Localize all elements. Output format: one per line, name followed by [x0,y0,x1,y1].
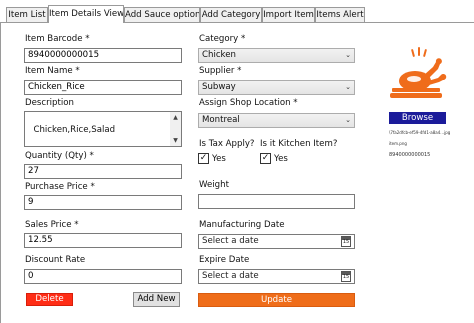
image-file-name: item.png [389,141,407,146]
tab-add-category[interactable]: Add Category [200,7,262,22]
quantity-input[interactable]: 27 [24,164,182,179]
tab-items-alert[interactable]: Items Alert [315,7,365,22]
tax-apply-checkbox[interactable]: ✓ [198,153,209,164]
image-barcode-text: 8940000000015 [389,152,431,158]
sales-price-input[interactable]: 12.55 [24,233,182,248]
scroll-down-icon[interactable]: ▼ [170,135,181,146]
delete-button[interactable]: Delete [26,293,73,306]
purchase-price-input[interactable]: 9 [24,195,182,210]
discount-rate-label: Discount Rate [25,255,86,265]
tax-apply-label: Is Tax Apply? [199,139,255,149]
scroll-up-icon[interactable]: ▲ [170,112,181,123]
shop-location-selected: Montreal [202,115,240,125]
chevron-down-icon: ⌄ [345,83,351,91]
tab-add-sauce-option[interactable]: Add Sauce option [124,7,200,22]
sales-price-label: Sales Price * [25,220,79,230]
item-name-input[interactable]: Chicken_Rice [24,80,182,95]
tab-bar: Item List Item Details View Add Sauce op… [0,0,474,24]
tab-import-item[interactable]: Import Item [262,7,315,22]
checkmark-icon: ✓ [199,153,208,163]
tab-item-list[interactable]: Item List [6,7,48,22]
calendar-icon[interactable]: 15 [341,236,351,247]
roast-chicken-icon [390,47,447,98]
description-text: Chicken,Rice,Salad [33,125,116,135]
manufacturing-date-placeholder: Select a date [202,236,259,246]
category-label: Category * [199,34,246,44]
kitchen-item-checkbox[interactable]: ✓ [260,153,271,164]
add-new-button[interactable]: Add New [133,292,180,307]
barcode-label: Item Barcode * [25,34,90,44]
discount-rate-input[interactable]: 0 [24,269,182,284]
supplier-label: Supplier * [199,66,242,76]
chevron-down-icon: ⌄ [345,51,351,59]
weight-input[interactable] [198,194,355,209]
category-select[interactable]: Chicken ⌄ [198,48,355,63]
purchase-price-label: Purchase Price * [25,182,95,192]
expire-date-label: Expire Date [199,255,250,265]
weight-label: Weight [199,180,229,190]
expire-date-placeholder: Select a date [202,271,259,281]
description-textarea[interactable]: Chicken,Rice,Salad ▲ ▼ [24,111,182,147]
supplier-selected: Subway [202,82,236,92]
shop-location-label: Assign Shop Location * [199,98,298,108]
kitchen-item-label: Is it Kitchen Item? [260,139,338,149]
browse-button[interactable]: Browse [389,112,446,124]
expire-date-picker[interactable]: Select a date 15 [198,269,355,284]
kitchen-item-option: Yes [274,154,288,164]
shop-location-select[interactable]: Montreal ⌄ [198,113,355,128]
quantity-label: Quantity (Qty) * [25,151,94,161]
description-label: Description [25,98,74,108]
supplier-select[interactable]: Subway ⌄ [198,80,355,95]
manufacturing-date-picker[interactable]: Select a date 15 [198,234,355,249]
barcode-input[interactable]: 8940000000015 [24,48,182,63]
item-name-label: Item Name * [25,66,80,76]
update-button[interactable]: Update [198,293,355,307]
manufacturing-date-label: Manufacturing Date [199,220,285,230]
checkmark-icon: ✓ [261,153,270,163]
category-selected: Chicken [202,50,236,60]
calendar-icon[interactable]: 15 [341,271,351,282]
description-scrollbar[interactable]: ▲ ▼ [170,112,181,146]
tab-item-details-view[interactable]: Item Details View [48,5,124,23]
chevron-down-icon: ⌄ [345,116,351,124]
tax-apply-option: Yes [212,154,226,164]
image-file-path: \7fa2dfcb-ef59-4fd1-a8a4...jpg [389,130,451,135]
